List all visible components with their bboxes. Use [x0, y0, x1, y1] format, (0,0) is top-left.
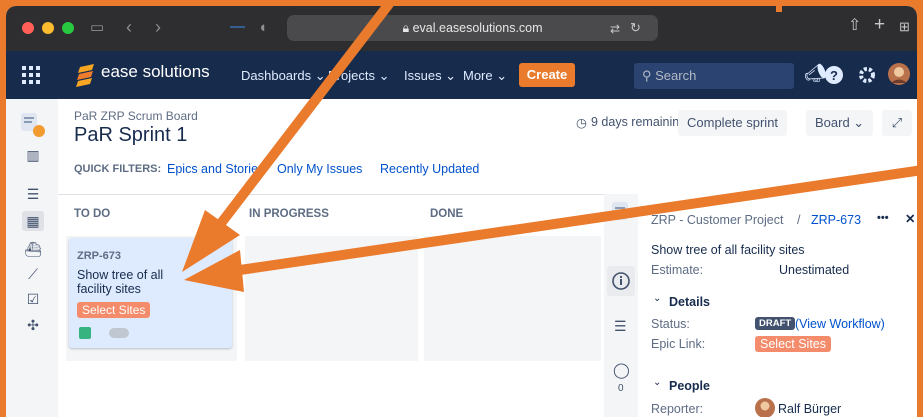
column-header-done: DONE — [430, 208, 464, 220]
privacy-shield-icon[interactable]: ◖ — [258, 20, 267, 36]
releases-icon[interactable]: ⛴︎ — [24, 241, 42, 257]
browser-toolbar: ▭ ‹ › — ◖ 🔒︎ eval.easesolutions.com ⇄ ↻ … — [6, 6, 917, 51]
sidebar-toggle-icon[interactable]: ▭ — [90, 20, 104, 36]
detail-separator: / — [797, 213, 801, 227]
project-avatar[interactable] — [19, 111, 45, 137]
close-icon[interactable]: ✕ — [905, 211, 915, 226]
app-switcher-icon[interactable] — [22, 66, 40, 84]
back-icon[interactable]: ‹ — [126, 18, 132, 36]
search-placeholder: Search — [655, 68, 697, 83]
filter-recently-updated[interactable]: Recently Updated — [380, 162, 479, 176]
logo-text[interactable]: ease solutions — [101, 63, 210, 80]
zoom-window-button[interactable] — [62, 22, 74, 34]
close-window-button[interactable] — [22, 22, 34, 34]
filter-epics-and-stories[interactable]: Epics and Stories — [167, 162, 264, 176]
comments-count: 0 — [618, 383, 624, 394]
more-actions-icon[interactable]: ••• — [877, 212, 889, 224]
issue-card[interactable]: ZRP-673 Show tree of all facility sites … — [69, 238, 232, 348]
search-input[interactable]: ⚲ Search — [634, 63, 794, 89]
estimate-value[interactable]: Unestimated — [779, 263, 849, 277]
divider — [58, 194, 604, 195]
nav-projects[interactable]: Projects ⌄ — [328, 68, 389, 84]
epic-link-value[interactable]: Select Sites — [755, 336, 832, 352]
roadmap-icon[interactable]: ☰ — [24, 186, 42, 202]
create-button[interactable]: Create — [519, 63, 575, 87]
status-label: Status: — [651, 317, 690, 331]
issues-icon[interactable]: ☑ — [24, 291, 42, 307]
svg-text:?: ? — [830, 68, 838, 83]
epic-link-label: Epic Link: — [651, 337, 706, 351]
breadcrumb[interactable]: PaR ZRP Scrum Board — [74, 109, 198, 123]
description-icon[interactable]: ☰ — [614, 318, 627, 335]
comments-icon[interactable]: ◯ — [613, 361, 630, 379]
page-title: PaR Sprint 1 — [74, 124, 188, 146]
board-icon[interactable]: ▦ — [22, 211, 44, 231]
column-done[interactable] — [424, 236, 601, 361]
ease-logo-icon — [76, 64, 94, 87]
estimate-label: Estimate: — [651, 263, 704, 277]
project-sidebar: ▥ ☰ ▦ ⛴︎ ⟋ ☑ ✣ — [6, 99, 58, 417]
nav-issues[interactable]: Issues ⌄ — [404, 68, 456, 84]
estimate-badge — [109, 328, 129, 338]
reporter-name[interactable]: Ralf Bürger — [778, 402, 841, 416]
detail-tool-strip: ☰ ◯ 0 — [604, 194, 638, 417]
new-tab-icon[interactable]: + — [874, 15, 885, 34]
help-icon[interactable]: ? — [824, 65, 844, 85]
column-header-todo: TO DO — [74, 208, 111, 220]
user-avatar[interactable] — [888, 63, 910, 85]
settings-gear-icon[interactable] — [857, 65, 877, 85]
column-in-progress[interactable] — [245, 236, 418, 361]
detail-project-name[interactable]: ZRP - Customer Project — [651, 213, 783, 227]
address-bar-url: eval.easesolutions.com — [412, 21, 543, 35]
refresh-icon[interactable]: ↻ — [630, 20, 641, 36]
forward-icon[interactable]: › — [155, 18, 161, 36]
backlog-icon[interactable]: ▥ — [24, 147, 42, 163]
reporter-label: Reporter: — [651, 402, 704, 416]
sprint-remaining: 9 days remaining — [591, 115, 687, 129]
complete-sprint-button[interactable]: Complete sprint — [678, 110, 788, 136]
quick-filters-label: QUICK FILTERS: — [74, 163, 162, 175]
view-workflow-link[interactable]: (View Workflow) — [795, 317, 885, 331]
tab-overview-icon[interactable]: ⊞ — [899, 19, 910, 35]
card-issue-key[interactable]: ZRP-673 — [77, 250, 121, 262]
translate-icon[interactable]: ⇄ — [610, 21, 620, 37]
share-icon[interactable]: ⇧ — [848, 18, 861, 34]
reporter-avatar — [755, 398, 775, 417]
issue-detail-panel — [604, 194, 917, 417]
address-bar[interactable]: 🔒︎ eval.easesolutions.com — [287, 15, 658, 41]
people-heading[interactable]: People — [669, 379, 710, 393]
chevron-down-icon[interactable]: ⌄ — [653, 377, 661, 388]
story-type-icon — [79, 327, 91, 339]
nav-dashboards[interactable]: Dashboards ⌄ — [241, 68, 326, 84]
status-badge[interactable]: DRAFT — [755, 317, 796, 330]
clock-icon: ◷ — [576, 116, 587, 130]
reports-icon[interactable]: ⟋ — [24, 266, 42, 282]
lock-icon: 🔒︎ — [402, 21, 413, 35]
board-menu-button[interactable]: Board ⌄ — [806, 110, 874, 136]
card-summary: Show tree of all facility sites — [77, 268, 164, 296]
add-ons-icon[interactable]: ✣ — [24, 317, 42, 333]
app-window: ▭ ‹ › — ◖ 🔒︎ eval.easesolutions.com ⇄ ↻ … — [6, 6, 917, 417]
card-epic-label[interactable]: Select Sites — [77, 302, 151, 318]
chevron-down-icon[interactable]: ⌄ — [653, 293, 661, 304]
column-header-in-progress: IN PROGRESS — [249, 208, 329, 220]
nav-more[interactable]: More ⌄ — [463, 68, 507, 84]
detail-project-avatar — [612, 202, 628, 220]
detail-summary[interactable]: Show tree of all facility sites — [651, 243, 805, 257]
details-heading[interactable]: Details — [669, 295, 710, 309]
info-icon[interactable] — [612, 272, 630, 290]
detail-issue-key[interactable]: ZRP-673 — [811, 213, 861, 227]
search-icon: ⚲ — [642, 68, 656, 83]
minimize-window-button[interactable] — [42, 22, 54, 34]
reload-progress-icon: — — [230, 18, 245, 35]
filter-only-my-issues[interactable]: Only My Issues — [277, 162, 362, 176]
fullscreen-icon[interactable]: ⤢ — [882, 110, 912, 136]
top-navigation: ease solutions Dashboards ⌄ Projects ⌄ I… — [6, 51, 917, 99]
